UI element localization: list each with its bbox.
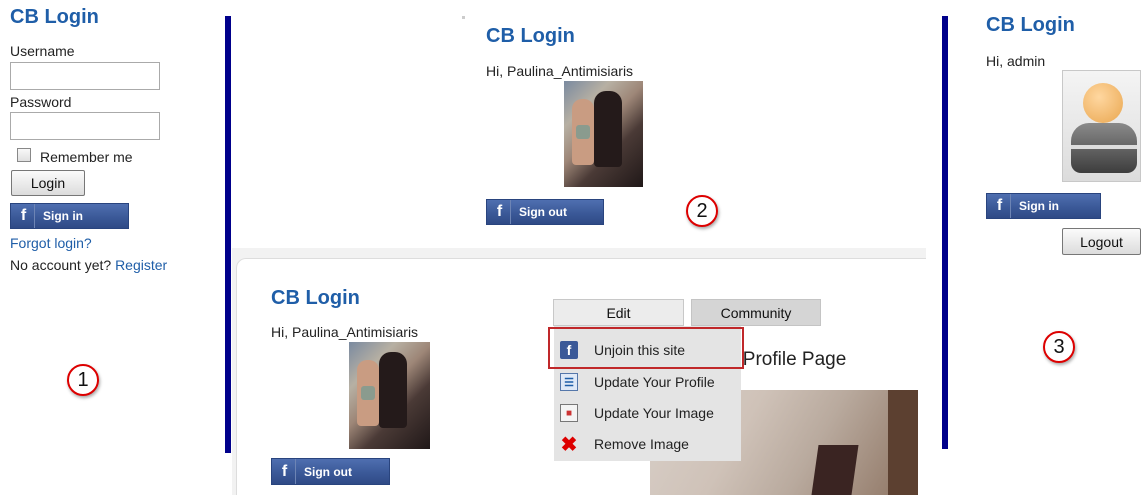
menu-item-update-image[interactable]: ■ Update Your Image	[560, 399, 714, 427]
facebook-icon: f	[274, 459, 296, 484]
register-link[interactable]: Register	[115, 257, 167, 273]
panel3-title: CB Login	[986, 14, 1075, 36]
facebook-icon: f	[489, 200, 511, 224]
facebook-sign-in-button[interactable]: f Sign in	[986, 193, 1101, 219]
remember-me-checkbox[interactable]	[17, 148, 31, 162]
default-avatar	[1062, 70, 1141, 182]
user-photo	[349, 342, 430, 449]
panel4-title: CB Login	[271, 287, 360, 309]
no-account-row: No account yet? Register	[10, 257, 167, 273]
facebook-sign-in-label: Sign in	[1019, 199, 1059, 213]
username-input[interactable]	[10, 62, 160, 90]
panel1-title: CB Login	[10, 6, 99, 28]
panel4-greeting: Hi, Paulina_Antimisiaris	[271, 324, 419, 340]
password-input[interactable]	[10, 112, 160, 140]
user-photo	[564, 81, 643, 187]
logout-button[interactable]: Logout	[1062, 228, 1141, 255]
facebook-sign-in-label: Sign in	[43, 209, 83, 223]
tab-community[interactable]: Community	[691, 299, 821, 326]
panel2-title: CB Login	[486, 25, 575, 47]
password-label: Password	[10, 94, 72, 110]
menu-item-remove-image[interactable]: ✖ Remove Image	[560, 430, 689, 458]
forgot-login-link[interactable]: Forgot login?	[10, 235, 92, 251]
profile-edit-icon: ☰	[560, 373, 578, 391]
facebook-sign-out-label: Sign out	[519, 205, 567, 219]
divider-right	[942, 16, 948, 449]
facebook-sign-out-button[interactable]: f Sign out	[271, 458, 390, 485]
profile-page-heading: s Profile Page	[728, 349, 847, 370]
facebook-sign-in-button[interactable]: f Sign in	[10, 203, 129, 229]
facebook-icon: f	[13, 204, 35, 228]
highlight-box	[548, 327, 744, 369]
menu-item-update-profile[interactable]: ☰ Update Your Profile	[560, 368, 715, 396]
step-number-2: 2	[686, 195, 718, 227]
menu-item-label: Remove Image	[594, 436, 689, 452]
image-icon: ■	[560, 404, 578, 422]
remove-icon: ✖	[560, 433, 578, 456]
panel2-greeting: Hi, Paulina_Antimisiaris	[486, 63, 634, 79]
login-button[interactable]: Login	[11, 170, 85, 196]
step-number-1: 1	[67, 364, 99, 396]
step-number-3: 3	[1043, 331, 1075, 363]
remember-me-label: Remember me	[40, 149, 133, 165]
username-label: Username	[10, 43, 75, 59]
tab-edit[interactable]: Edit	[553, 299, 684, 326]
menu-item-label: Update Your Profile	[594, 374, 715, 390]
tiny-mark	[462, 16, 465, 19]
panel3-greeting: Hi, admin	[986, 53, 1046, 69]
no-account-text: No account yet?	[10, 257, 112, 273]
facebook-icon: f	[989, 194, 1011, 218]
menu-item-label: Update Your Image	[594, 405, 714, 421]
facebook-sign-out-label: Sign out	[304, 464, 352, 479]
facebook-sign-out-button[interactable]: f Sign out	[486, 199, 604, 225]
divider-left	[225, 16, 231, 453]
